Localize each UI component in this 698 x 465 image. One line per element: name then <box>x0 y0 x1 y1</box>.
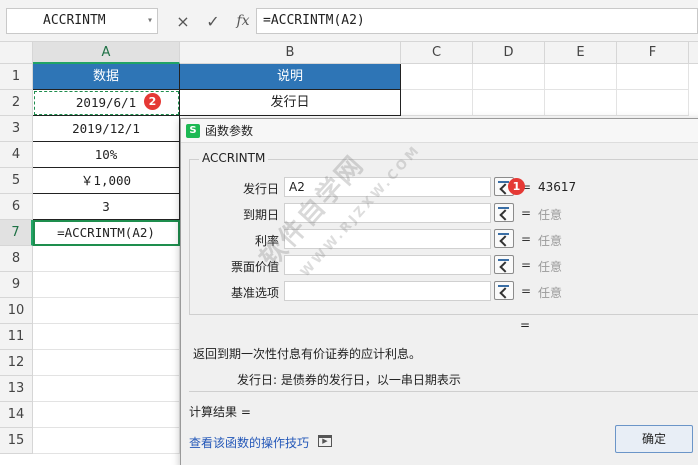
confirm-icon[interactable]: ✓ <box>204 12 222 31</box>
cell-f1[interactable] <box>617 64 689 90</box>
dialog-title-bar[interactable]: S 函数参数 <box>181 119 698 143</box>
function-arguments-dialog: S 函数参数 ACCRINTM 发行日 A2 = 43617 到期日 = 任意 … <box>180 118 698 465</box>
arg-result-maturity: 任意 <box>538 208 563 222</box>
cell-e2[interactable] <box>545 90 617 116</box>
cell-a1[interactable]: 数据 <box>33 64 180 90</box>
arg-result-rate: 任意 <box>538 234 563 248</box>
cell-a12[interactable] <box>33 350 180 376</box>
chevron-down-icon[interactable]: ▾ <box>147 9 153 33</box>
cancel-icon[interactable]: × <box>174 12 192 31</box>
video-tutorial-icon[interactable]: ▶ <box>318 435 332 447</box>
cell-a4[interactable]: 10% <box>33 142 180 168</box>
ok-button[interactable]: 确定 <box>615 425 693 453</box>
cell-d1[interactable] <box>473 64 545 90</box>
column-header-g[interactable] <box>689 42 698 64</box>
row-header-11[interactable]: 11 <box>0 324 33 350</box>
function-description: 返回到期一次性付息有价证券的应计利息。 <box>193 347 422 361</box>
name-box[interactable]: ACCRINTM ▾ <box>6 8 158 34</box>
arg-equals: = <box>521 232 532 246</box>
step-badge-2: 2 <box>144 93 161 110</box>
arg-equals: = <box>521 258 532 272</box>
arg-equals: = <box>521 206 532 220</box>
select-all-corner[interactable] <box>0 42 33 64</box>
row-header-1[interactable]: 1 <box>0 64 33 90</box>
row-header-14[interactable]: 14 <box>0 402 33 428</box>
arg-equals: = <box>521 284 532 298</box>
arg-collapse-button[interactable] <box>494 255 514 274</box>
row-header-7[interactable]: 7 <box>0 220 33 246</box>
row-header-8[interactable]: 8 <box>0 246 33 272</box>
app-logo-icon: S <box>186 124 200 138</box>
column-header-c[interactable]: C <box>401 42 473 64</box>
step-badge-1: 1 <box>508 178 525 195</box>
row-header-9[interactable]: 9 <box>0 272 33 298</box>
column-header-e[interactable]: E <box>545 42 617 64</box>
row-header-4[interactable]: 4 <box>0 142 33 168</box>
divider <box>189 391 698 392</box>
formula-bar: ACCRINTM ▾ × ✓ fx =ACCRINTM(A2) <box>0 0 698 42</box>
cell-d2[interactable] <box>473 90 545 116</box>
arg-label-basis: 基准选项 <box>230 286 279 300</box>
row-header-12[interactable]: 12 <box>0 350 33 376</box>
function-result-equals: = <box>520 318 531 332</box>
cell-a10[interactable] <box>33 298 180 324</box>
cell-a5[interactable]: ￥1,000 <box>33 168 180 194</box>
cell-a13[interactable] <box>33 376 180 402</box>
cell-e1[interactable] <box>545 64 617 90</box>
arg-input-basis[interactable] <box>284 281 491 301</box>
row-header-3[interactable]: 3 <box>0 116 33 142</box>
arg-input-rate[interactable] <box>284 229 491 249</box>
row-header-6[interactable]: 6 <box>0 194 33 220</box>
cell-b2[interactable]: 发行日 <box>180 90 401 116</box>
arg-input-settlement[interactable]: A2 <box>284 177 491 197</box>
row-header-10[interactable]: 10 <box>0 298 33 324</box>
row-header-13[interactable]: 13 <box>0 376 33 402</box>
insert-function-icon[interactable]: fx <box>234 13 252 29</box>
arg-collapse-button[interactable] <box>494 229 514 248</box>
formula-input[interactable]: =ACCRINTM(A2) <box>256 8 698 34</box>
arg-result-basis: 任意 <box>538 286 563 300</box>
row-header-15[interactable]: 15 <box>0 428 33 454</box>
name-box-value: ACCRINTM <box>43 13 106 28</box>
spreadsheet-window: ACCRINTM ▾ × ✓ fx =ACCRINTM(A2) A B C D … <box>0 0 698 465</box>
column-header-d[interactable]: D <box>473 42 545 64</box>
cell-c1[interactable] <box>401 64 473 90</box>
arg-input-par[interactable] <box>284 255 491 275</box>
arg-result-settlement: 43617 <box>538 180 577 194</box>
column-header-b[interactable]: B <box>180 42 401 64</box>
help-link[interactable]: 查看该函数的操作技巧 <box>189 434 309 451</box>
cell-a8[interactable] <box>33 246 180 272</box>
calculation-result: 计算结果 = <box>189 405 251 419</box>
function-name: ACCRINTM <box>199 151 269 165</box>
cell-a7[interactable]: =ACCRINTM(A2) <box>33 220 180 246</box>
arg-collapse-button[interactable] <box>494 281 514 300</box>
cell-c2[interactable] <box>401 90 473 116</box>
cell-a14[interactable] <box>33 402 180 428</box>
cell-a11[interactable] <box>33 324 180 350</box>
cell-a9[interactable] <box>33 272 180 298</box>
arg-label-maturity: 到期日 <box>242 208 279 222</box>
arg-label-settlement: 发行日 <box>242 182 279 196</box>
arg-collapse-button[interactable] <box>494 203 514 222</box>
cell-b1[interactable]: 说明 <box>180 64 401 90</box>
column-header-a[interactable]: A <box>33 42 180 64</box>
cell-f2[interactable] <box>617 90 689 116</box>
cell-a6[interactable]: 3 <box>33 194 180 220</box>
dialog-title: 函数参数 <box>205 124 254 138</box>
cell-a3[interactable]: 2019/12/1 <box>33 116 180 142</box>
arg-label-rate: 利率 <box>254 234 279 248</box>
row-header-2[interactable]: 2 <box>0 90 33 116</box>
parameter-description: 发行日: 是债券的发行日，以一串日期表示 <box>237 373 461 387</box>
arg-label-par: 票面价值 <box>230 260 279 274</box>
arg-input-maturity[interactable] <box>284 203 491 223</box>
row-header-5[interactable]: 5 <box>0 168 33 194</box>
formula-icons: × ✓ fx <box>174 8 252 34</box>
cell-a15[interactable] <box>33 428 180 454</box>
arg-result-par: 任意 <box>538 260 563 274</box>
column-header-f[interactable]: F <box>617 42 689 64</box>
